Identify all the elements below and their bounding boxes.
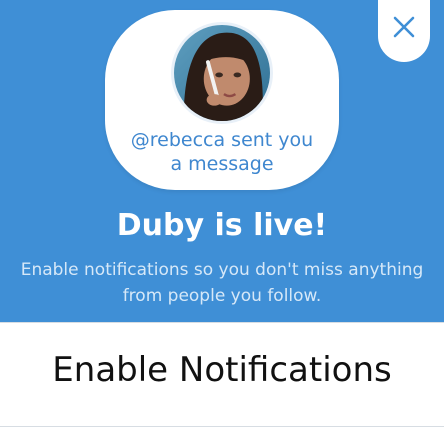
avatar xyxy=(171,22,273,124)
hero-panel: @rebecca sent you a message Duby is live… xyxy=(0,0,444,322)
notification-preview-text: @rebecca sent you a message xyxy=(105,128,339,176)
enable-notifications-modal: @rebecca sent you a message Duby is live… xyxy=(0,0,444,427)
notification-message-line1: @rebecca sent you xyxy=(130,129,314,151)
enable-notifications-button[interactable]: Enable Notifications xyxy=(0,322,444,427)
close-button[interactable] xyxy=(378,0,430,62)
notification-message-line2: a message xyxy=(170,153,274,175)
user-avatar-image xyxy=(174,25,270,121)
description: Enable notifications so you don't miss a… xyxy=(20,260,424,306)
headline: Duby is live! xyxy=(116,208,328,243)
close-icon xyxy=(393,16,415,38)
notification-preview-bubble: @rebecca sent you a message xyxy=(105,10,339,190)
enable-notifications-label: Enable Notifications xyxy=(52,350,392,390)
